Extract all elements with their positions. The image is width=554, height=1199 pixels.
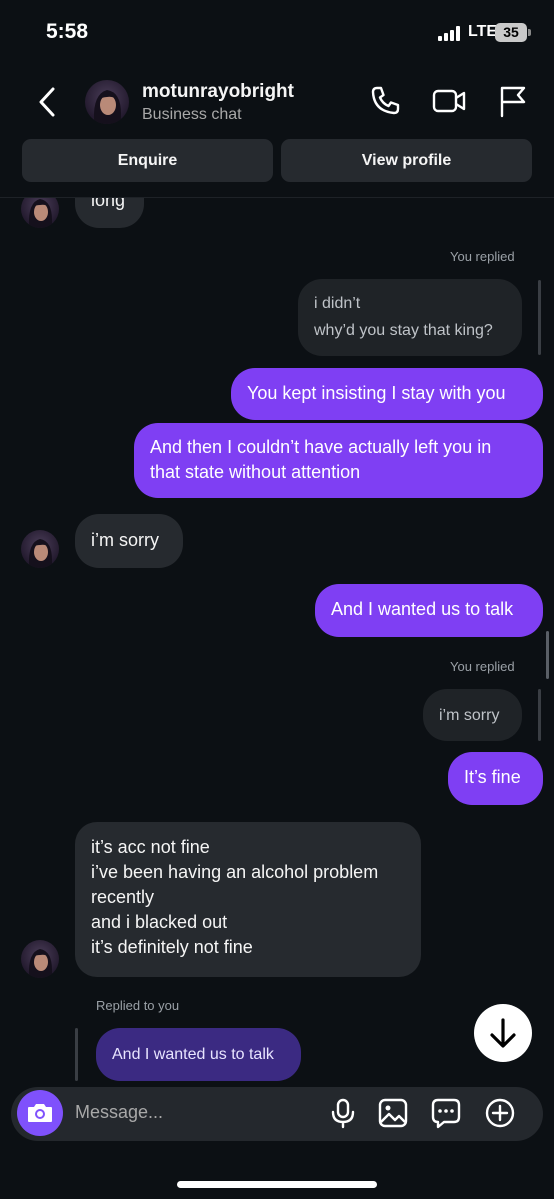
sender-avatar	[21, 198, 59, 228]
outgoing-message[interactable]: And then I couldn’t have actually left y…	[134, 423, 543, 498]
message-text: And then I couldn’t have actually left y…	[150, 437, 492, 457]
gallery-icon[interactable]	[377, 1097, 409, 1129]
status-time: 5:58	[46, 20, 89, 43]
flag-icon[interactable]	[496, 84, 530, 118]
incoming-message[interactable]: it’s acc not fine i’ve been having an al…	[75, 822, 421, 977]
quote-rule	[538, 689, 541, 741]
incoming-message[interactable]: i’m sorry	[75, 514, 183, 568]
quoted-message[interactable]: i’m sorry	[423, 689, 522, 741]
contact-username[interactable]: motunrayobright	[142, 81, 294, 103]
quote-rule	[75, 1028, 78, 1081]
outgoing-message[interactable]: You kept insisting I stay with you	[231, 368, 543, 420]
message-text: And I wanted us to talk	[331, 599, 514, 619]
quote-text: i didn’t	[314, 295, 361, 312]
incoming-message[interactable]: long	[75, 198, 144, 228]
signal-icon	[438, 25, 464, 41]
battery-nub	[528, 29, 531, 36]
message-text: i’m sorry	[91, 530, 159, 550]
sender-avatar	[21, 940, 59, 978]
battery-icon: 35	[495, 23, 527, 42]
message-text: it’s definitely not fine	[91, 937, 253, 957]
quote-text: why’d you stay that king?	[314, 322, 493, 339]
network-label: LTE	[468, 23, 498, 40]
quoted-message[interactable]: i didn’t why’d you stay that king?	[298, 279, 522, 356]
scroll-indicator[interactable]	[546, 631, 549, 679]
message-text: i’ve been having an alcohol problem	[91, 862, 379, 882]
view-profile-button[interactable]: View profile	[281, 139, 532, 182]
avatar[interactable]	[85, 80, 129, 124]
reply-label: Replied to you	[96, 998, 180, 1013]
arrow-down-icon	[490, 1018, 516, 1048]
reply-label: You replied	[450, 249, 515, 264]
quote-text: i’m sorry	[439, 707, 500, 724]
video-camera-icon[interactable]	[432, 84, 466, 118]
camera-button[interactable]	[17, 1090, 63, 1136]
message-text: and i blacked out	[91, 912, 228, 932]
message-text: It’s fine	[464, 767, 521, 787]
back-chevron-icon[interactable]	[30, 84, 66, 120]
contact-subtitle: Business chat	[142, 106, 242, 123]
message-input[interactable]: Message...	[75, 1102, 163, 1123]
message-text: recently	[91, 887, 155, 907]
outgoing-message[interactable]: And I wanted us to talk	[315, 584, 543, 637]
camera-icon	[28, 1104, 52, 1122]
message-text: long	[91, 198, 126, 210]
quote-rule	[538, 280, 541, 355]
message-text: it’s acc not fine	[91, 837, 210, 857]
microphone-icon[interactable]	[327, 1097, 359, 1129]
sender-avatar	[21, 530, 59, 568]
plus-icon[interactable]	[484, 1097, 516, 1129]
reply-label: You replied	[450, 659, 515, 674]
enquire-button[interactable]: Enquire	[22, 139, 273, 182]
home-indicator	[177, 1181, 377, 1188]
message-text: that state without attention	[150, 462, 361, 482]
scroll-to-bottom-button[interactable]	[474, 1004, 532, 1062]
message-list[interactable]: long You replied i didn’t why’d you stay…	[0, 198, 554, 1081]
sticker-chat-icon[interactable]	[430, 1097, 462, 1129]
message-text: You kept insisting I stay with you	[247, 383, 506, 403]
quote-text: And I wanted us to talk	[112, 1046, 274, 1063]
quoted-message[interactable]: And I wanted us to talk	[96, 1028, 301, 1081]
outgoing-message[interactable]: It’s fine	[448, 752, 543, 805]
phone-icon[interactable]	[368, 84, 402, 118]
